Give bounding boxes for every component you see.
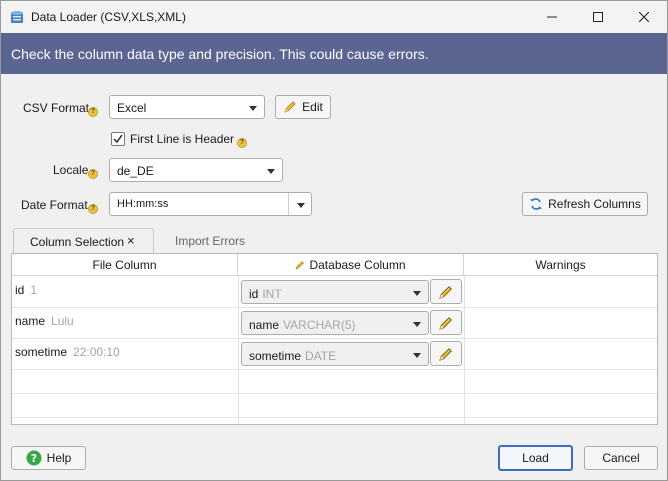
- tab-column-selection[interactable]: Column Selection ×: [13, 228, 154, 254]
- table-row[interactable]: name Lulu name VARCHAR(5): [12, 308, 657, 339]
- warnings-header-label: Warnings: [535, 258, 586, 272]
- database-column-select[interactable]: id INT: [241, 280, 429, 304]
- close-tab-icon[interactable]: ×: [127, 233, 135, 248]
- first-line-header-help-icon[interactable]: ?: [237, 138, 247, 148]
- date-format-value[interactable]: HH:mm:ss: [117, 198, 168, 210]
- edit-button-label: Edit: [302, 100, 323, 114]
- file-column-name: name: [15, 314, 46, 328]
- table-header: File Column Database Column Warnings: [12, 254, 657, 276]
- help-icon: ?: [26, 450, 42, 466]
- chevron-down-icon: [249, 106, 257, 111]
- help-button[interactable]: ? Help: [11, 446, 86, 470]
- column-mapping-table: File Column Database Column Warnings id 1…: [11, 253, 658, 425]
- database-column-select[interactable]: name VARCHAR(5): [241, 311, 429, 335]
- csv-format-value: Excel: [117, 101, 147, 115]
- csv-format-help-icon[interactable]: ?: [88, 107, 98, 117]
- db-column-type: VARCHAR(5): [283, 318, 356, 332]
- close-button[interactable]: [621, 1, 667, 33]
- maximize-button[interactable]: [575, 1, 621, 33]
- sample-value: 22:00:10: [73, 345, 120, 359]
- combo-divider: [288, 193, 289, 215]
- date-format-help-icon[interactable]: ?: [88, 204, 98, 214]
- db-column-name: name: [249, 318, 280, 332]
- pencil-icon: [284, 101, 296, 113]
- database-column-header[interactable]: Database Column: [238, 254, 464, 276]
- minimize-button[interactable]: [529, 1, 575, 33]
- cancel-button-label: Cancel: [602, 451, 640, 465]
- file-column-name: id: [15, 283, 25, 297]
- db-column-name: sometime: [249, 349, 302, 363]
- database-column-value: sometime DATE: [249, 349, 336, 363]
- table-row[interactable]: id 1 id INT: [12, 277, 657, 308]
- help-button-label: Help: [46, 451, 72, 465]
- locale-help-icon[interactable]: ?: [88, 169, 98, 179]
- date-format-label: Date Format: [21, 198, 88, 212]
- refresh-columns-button[interactable]: Refresh Columns: [522, 192, 648, 216]
- chevron-down-icon: [267, 169, 275, 174]
- file-column-cell: id 1: [15, 283, 37, 297]
- window-title: Data Loader (CSV,XLS,XML): [31, 10, 186, 24]
- minimize-icon: [547, 16, 557, 18]
- close-icon: [639, 12, 649, 22]
- load-button-label: Load: [522, 451, 549, 465]
- data-loader-app-icon: [9, 9, 25, 25]
- chevron-down-icon: [413, 353, 421, 358]
- file-column-header-label: File Column: [92, 258, 157, 272]
- tab-column-selection-label: Column Selection: [30, 235, 125, 249]
- first-line-header-checkbox[interactable]: [111, 132, 125, 146]
- csv-format-label: CSV Format: [23, 101, 90, 115]
- file-column-cell: name Lulu: [15, 314, 74, 328]
- cancel-button[interactable]: Cancel: [584, 446, 658, 470]
- database-column-value: id INT: [249, 287, 282, 301]
- pencil-icon: [295, 261, 305, 270]
- chevron-down-icon: [413, 322, 421, 327]
- edit-column-button[interactable]: [430, 341, 462, 366]
- pencil-icon: [439, 285, 452, 299]
- empty-table-row: [12, 394, 657, 418]
- svg-text:?: ?: [30, 452, 36, 465]
- tab-import-errors[interactable]: Import Errors: [175, 228, 265, 254]
- load-button[interactable]: Load: [498, 445, 573, 471]
- db-column-type: INT: [262, 287, 282, 301]
- sample-value: 1: [30, 283, 38, 297]
- banner-message: Check the column data type and precision…: [11, 46, 429, 62]
- locale-label: Locale: [53, 163, 89, 177]
- db-column-name: id: [249, 287, 259, 301]
- refresh-columns-label: Refresh Columns: [548, 197, 641, 211]
- pencil-icon: [439, 347, 452, 361]
- maximize-icon: [593, 12, 603, 22]
- database-column-header-label: Database Column: [309, 258, 406, 272]
- refresh-icon: [530, 198, 543, 210]
- tab-import-errors-label: Import Errors: [175, 234, 246, 248]
- warnings-header[interactable]: Warnings: [464, 254, 657, 276]
- checkmark-icon: [113, 134, 123, 144]
- date-format-combo[interactable]: HH:mm:ss: [109, 192, 312, 216]
- pencil-icon: [439, 316, 452, 330]
- locale-select[interactable]: de_DE: [109, 158, 283, 182]
- edit-column-button[interactable]: [430, 310, 462, 335]
- edit-column-button[interactable]: [430, 279, 462, 304]
- empty-table-row: [12, 370, 657, 394]
- database-column-select[interactable]: sometime DATE: [241, 342, 429, 366]
- file-column-name: sometime: [15, 345, 68, 359]
- database-column-value: name VARCHAR(5): [249, 318, 355, 332]
- chevron-down-icon[interactable]: [297, 203, 305, 208]
- sample-value: Lulu: [51, 314, 74, 328]
- data-loader-window: Data Loader (CSV,XLS,XML) Check the colu…: [0, 0, 668, 481]
- file-column-cell: sometime 22:00:10: [15, 345, 120, 359]
- locale-value: de_DE: [117, 164, 154, 178]
- table-row[interactable]: sometime 22:00:10 sometime DATE: [12, 339, 657, 370]
- db-column-type: DATE: [305, 349, 337, 363]
- chevron-down-icon: [413, 291, 421, 296]
- edit-button[interactable]: Edit: [275, 95, 331, 119]
- csv-format-select[interactable]: Excel: [109, 95, 265, 119]
- warning-banner: Check the column data type and precision…: [1, 33, 667, 74]
- file-column-header[interactable]: File Column: [12, 254, 238, 276]
- title-bar[interactable]: Data Loader (CSV,XLS,XML): [1, 1, 667, 33]
- first-line-header-label: First Line is Header: [130, 132, 235, 146]
